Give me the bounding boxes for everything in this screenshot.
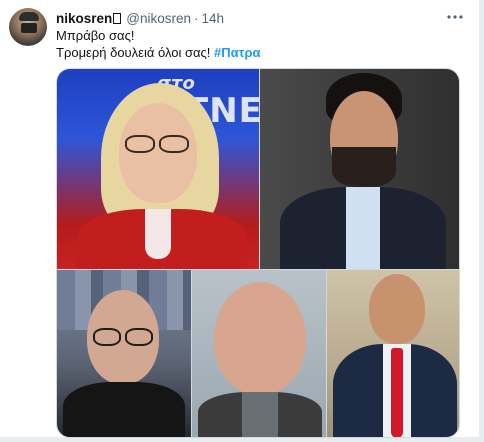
more-icon[interactable] — [446, 8, 464, 26]
tweet-header: nikosren @nikosren · 14h — [56, 9, 224, 27]
user-handle[interactable]: @nikosren — [126, 11, 191, 26]
face-shape — [119, 103, 197, 203]
separator-dot: · — [194, 10, 199, 26]
shirt-shape — [346, 187, 380, 269]
red-tie-shape — [391, 348, 403, 437]
media-image-young-man[interactable] — [260, 69, 459, 269]
media-image-older-man-glasses[interactable] — [57, 270, 191, 437]
display-name[interactable]: nikosren — [56, 11, 112, 26]
unknown-glyph-icon — [113, 12, 122, 24]
more-dots-icon — [447, 15, 463, 19]
avatar[interactable] — [9, 8, 47, 46]
beard-shape — [332, 147, 396, 187]
glasses-right-shape — [159, 135, 189, 153]
media-image-man-red-tie[interactable] — [327, 270, 459, 437]
glasses-right-shape — [125, 328, 153, 346]
hashtag-link[interactable]: #Πατρα — [214, 45, 260, 60]
camera-icon — [21, 23, 37, 33]
media-grid[interactable]: στο TNEA — [56, 68, 460, 438]
media-image-bald-man[interactable] — [192, 270, 326, 437]
avatar-cap-shape — [19, 12, 39, 21]
face-shape — [369, 274, 425, 344]
tweet-text: Μπράβο σας! Τρομερή δουλειά όλοι σας! #Π… — [56, 27, 261, 61]
scarf-shape — [145, 209, 171, 259]
tweet-time[interactable]: 14h — [202, 11, 225, 26]
tweet-text-line-2-prefix: Τρομερή δουλειά όλοι σας! — [56, 45, 211, 60]
tweet-text-line-1: Μπράβο σας! — [56, 28, 135, 43]
black-sweater-shape — [63, 382, 185, 437]
tweet-text-line-2: Τρομερή δουλειά όλοι σας! #Πατρα — [56, 44, 261, 61]
glasses-left-shape — [93, 328, 121, 346]
face-shape — [214, 282, 306, 394]
shirt-shape — [242, 392, 278, 437]
glasses-left-shape — [125, 135, 155, 153]
media-image-tv-presenter[interactable]: στο TNEA — [57, 69, 259, 269]
